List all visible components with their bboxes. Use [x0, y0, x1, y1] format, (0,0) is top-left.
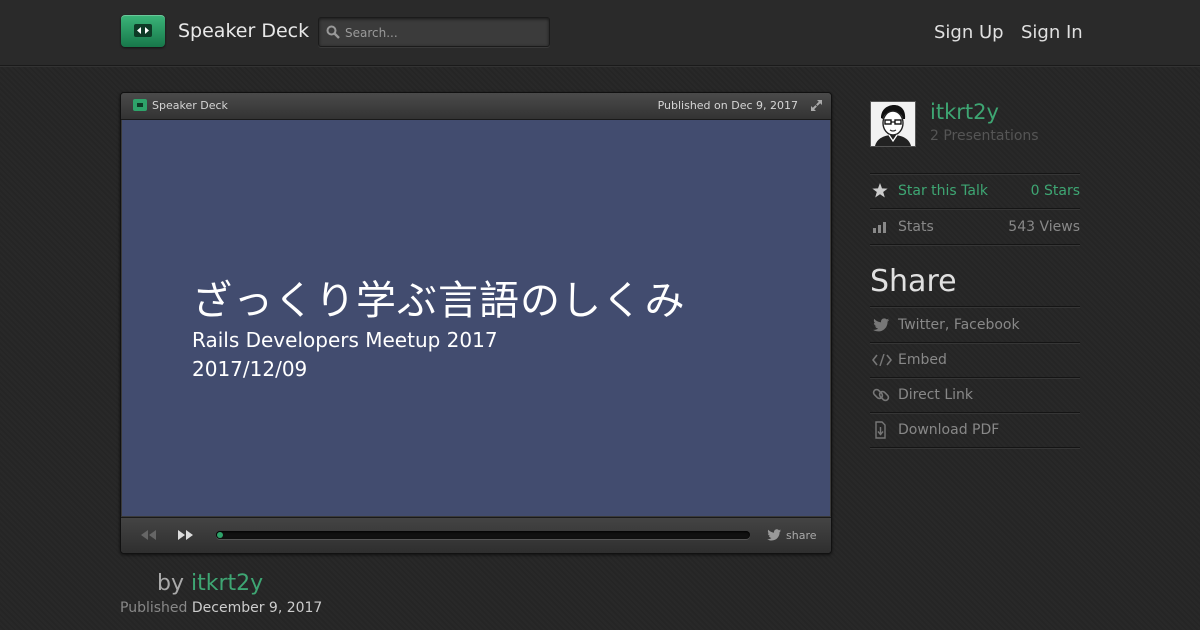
published-line: Published December 9, 2017: [120, 600, 322, 616]
brand-link[interactable]: Speaker Deck: [178, 20, 309, 42]
star-talk-button[interactable]: Star this Talk: [898, 183, 988, 199]
divider: [870, 208, 1080, 210]
stats-label: Stats: [898, 219, 934, 235]
player-controls: share: [121, 517, 831, 553]
slide-progress-bar[interactable]: [216, 531, 750, 539]
share-embed[interactable]: Embed: [898, 352, 947, 368]
slide-date: 2017/12/09: [192, 357, 308, 381]
twitter-icon: [873, 318, 890, 332]
star-count: 0 Stars: [1030, 183, 1080, 199]
avatar[interactable]: [870, 101, 916, 147]
speaker-deck-logo-icon[interactable]: [121, 15, 165, 47]
by-label: by: [157, 571, 184, 596]
search-input[interactable]: [343, 23, 547, 43]
bar-chart-icon: [873, 222, 886, 233]
divider: [870, 342, 1080, 344]
divider: [870, 173, 1080, 175]
slide-title: ざっくり学ぶ言語のしくみ: [192, 278, 686, 324]
sign-up-link[interactable]: Sign Up: [934, 22, 1004, 43]
divider: [870, 412, 1080, 414]
share-heading: Share: [870, 264, 957, 299]
twitter-icon: [767, 529, 781, 541]
sign-in-link[interactable]: Sign In: [1021, 22, 1083, 43]
slide-player: Speaker Deck Published on Dec 9, 2017 ざっ…: [120, 92, 832, 554]
fullscreen-icon[interactable]: [810, 99, 823, 112]
published-date: December 9, 2017: [191, 600, 323, 616]
player-brand: Speaker Deck: [152, 99, 228, 112]
divider: [870, 244, 1080, 246]
previous-slide-icon[interactable]: [141, 530, 156, 540]
download-icon: [875, 421, 886, 439]
search-box[interactable]: [318, 17, 550, 47]
top-header: Speaker Deck Sign Up Sign In: [0, 0, 1200, 66]
byline: by itkrt2y: [157, 571, 263, 596]
share-twitter-facebook[interactable]: Twitter, Facebook: [898, 317, 1020, 333]
player-top-bar: Speaker Deck Published on Dec 9, 2017: [121, 93, 831, 120]
slide-view[interactable]: ざっくり学ぶ言語のしくみ Rails Developers Meetup 201…: [122, 120, 830, 516]
next-slide-icon[interactable]: [178, 530, 193, 540]
sidebar-username[interactable]: itkrt2y: [930, 100, 999, 124]
player-published: Published on Dec 9, 2017: [657, 99, 798, 112]
speaker-deck-mini-logo-icon: [133, 99, 147, 111]
views-count: 543 Views: [1008, 219, 1080, 235]
link-icon: [872, 388, 890, 402]
slide-progress-fill: [217, 532, 223, 538]
divider: [870, 306, 1080, 308]
search-icon: [326, 25, 340, 39]
divider: [870, 377, 1080, 379]
presentation-count: 2 Presentations: [930, 128, 1039, 144]
author-link[interactable]: itkrt2y: [191, 571, 263, 596]
share-direct-link[interactable]: Direct Link: [898, 387, 973, 403]
published-label: Published: [120, 600, 188, 616]
share-download-pdf[interactable]: Download PDF: [898, 422, 999, 438]
player-share-button[interactable]: share: [786, 529, 817, 542]
star-icon: [872, 183, 888, 198]
code-icon: [872, 354, 892, 366]
divider: [870, 447, 1080, 449]
slide-subtitle: Rails Developers Meetup 2017: [192, 328, 498, 352]
